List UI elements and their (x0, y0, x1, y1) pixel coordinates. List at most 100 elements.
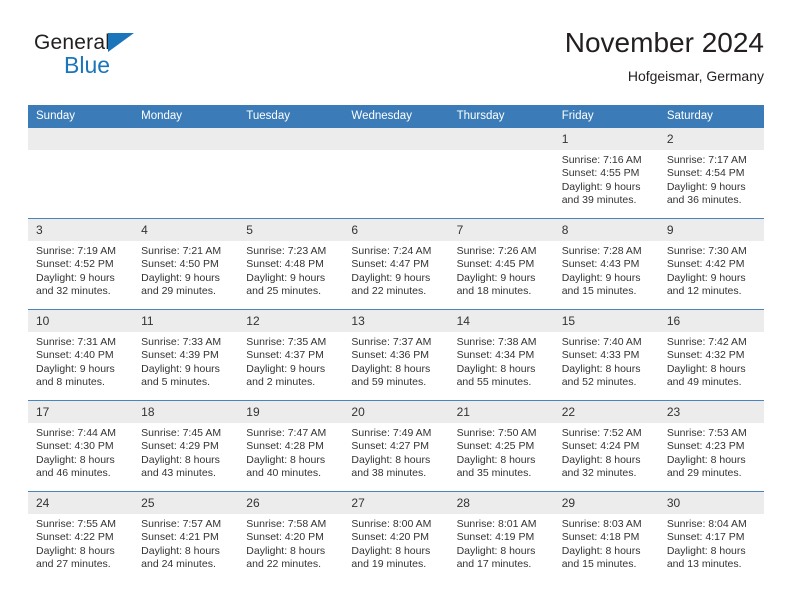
day-number: 30 (658, 492, 764, 514)
calendar-day-cell[interactable]: 1 Sunrise: 7:16 AM Sunset: 4:55 PM Daylight… (553, 128, 659, 219)
logo-text-general: General (34, 31, 111, 54)
day-number: 29 (553, 492, 659, 514)
daylight-text: Daylight: 8 hours and 29 minutes. (666, 453, 746, 480)
daylight-text: Daylight: 8 hours and 32 minutes. (561, 453, 641, 480)
day-sun-info: Sunrise: 7:28 AM Sunset: 4:43 PM Daylight:… (554, 241, 659, 299)
sunrise-text: Sunrise: 7:50 AM (456, 427, 537, 439)
day-number: 1 (553, 128, 659, 150)
calendar-day-cell[interactable]: 20 Sunrise: 7:49 AM Sunset: 4:27 PM Dayligh… (343, 400, 449, 492)
sunset-text: Sunset: 4:23 PM (666, 440, 745, 453)
sunrise-text: Sunrise: 7:57 AM (141, 518, 222, 530)
day-sun-info: Sunrise: 7:55 AM Sunset: 4:22 PM Daylight:… (28, 514, 133, 572)
daylight-text: Daylight: 9 hours and 2 minutes. (246, 362, 326, 389)
calendar-day-cell[interactable]: 10 Sunrise: 7:31 AM Sunset: 4:40 PM Dayligh… (28, 309, 134, 401)
calendar-day-cell[interactable]: 23 Sunrise: 7:53 AM Sunset: 4:23 PM Dayligh… (658, 400, 764, 492)
sunrise-text: Sunrise: 8:01 AM (456, 518, 537, 530)
day-number: 19 (238, 401, 344, 423)
day-sun-info: Sunrise: 7:30 AM Sunset: 4:42 PM Daylight:… (659, 241, 764, 299)
sunset-text: Sunset: 4:25 PM (456, 440, 535, 453)
day-number: 24 (28, 492, 134, 514)
sunrise-text: Sunrise: 8:00 AM (351, 518, 432, 530)
calendar-day-cell[interactable]: 2 Sunrise: 7:17 AM Sunset: 4:54 PM Daylight… (658, 128, 764, 219)
calendar-day-cell[interactable]: 30 Sunrise: 8:04 AM Sunset: 4:17 PM Dayligh… (658, 491, 764, 582)
day-sun-info: Sunrise: 7:52 AM Sunset: 4:24 PM Daylight:… (554, 423, 659, 481)
general-blue-logo[interactable]: General Blue (34, 32, 154, 86)
calendar-day-cell[interactable]: 11 Sunrise: 7:33 AM Sunset: 4:39 PM Dayligh… (133, 309, 239, 401)
daylight-text: Daylight: 8 hours and 52 minutes. (561, 362, 641, 389)
day-sun-info: Sunrise: 7:45 AM Sunset: 4:29 PM Daylight:… (133, 423, 238, 481)
calendar-day-cell[interactable]: 9 Sunrise: 7:30 AM Sunset: 4:42 PM Daylight… (658, 218, 764, 310)
calendar-day-cell[interactable]: 13 Sunrise: 7:37 AM Sunset: 4:36 PM Dayligh… (343, 309, 449, 401)
daylight-text: Daylight: 8 hours and 49 minutes. (666, 362, 746, 389)
calendar-day-cell[interactable]: 17 Sunrise: 7:44 AM Sunset: 4:30 PM Dayligh… (28, 400, 134, 492)
sunrise-text: Sunrise: 7:47 AM (246, 427, 327, 439)
calendar-day-cell[interactable]: 18 Sunrise: 7:45 AM Sunset: 4:29 PM Dayligh… (133, 400, 239, 492)
day-number: 14 (448, 310, 554, 332)
sunset-text: Sunset: 4:28 PM (246, 440, 324, 453)
calendar-day-cell[interactable]: 22 Sunrise: 7:52 AM Sunset: 4:24 PM Dayligh… (553, 400, 659, 492)
sunrise-text: Sunrise: 7:42 AM (666, 336, 747, 348)
sunset-text: Sunset: 4:45 PM (456, 258, 535, 271)
day-number: 25 (133, 492, 239, 514)
sunrise-text: Sunrise: 7:26 AM (456, 245, 537, 257)
logo-triangle-icon (108, 33, 134, 52)
calendar-day-cell[interactable]: 26 Sunrise: 7:58 AM Sunset: 4:20 PM Dayligh… (238, 491, 344, 582)
sunrise-text: Sunrise: 8:04 AM (666, 518, 747, 530)
day-sun-info: Sunrise: 7:38 AM Sunset: 4:34 PM Daylight:… (449, 332, 554, 390)
calendar-day-cell[interactable]: 5 Sunrise: 7:23 AM Sunset: 4:48 PM Daylight… (238, 218, 344, 310)
sunset-text: Sunset: 4:29 PM (141, 440, 219, 453)
day-number: 12 (238, 310, 344, 332)
calendar-day-cell[interactable]: 3 Sunrise: 7:19 AM Sunset: 4:52 PM Daylight… (28, 218, 134, 310)
day-number: 3 (28, 219, 134, 241)
calendar-page: General Blue November 2024 Hofgeismar, G… (0, 0, 792, 612)
weekday-header-friday: Friday (553, 105, 659, 128)
day-number (448, 128, 554, 150)
day-sun-info: Sunrise: 7:49 AM Sunset: 4:27 PM Daylight:… (343, 423, 448, 481)
day-sun-info: Sunrise: 7:42 AM Sunset: 4:32 PM Daylight:… (659, 332, 764, 390)
daylight-text: Daylight: 9 hours and 29 minutes. (141, 271, 220, 298)
day-sun-info: Sunrise: 8:03 AM Sunset: 4:18 PM Daylight:… (554, 514, 659, 572)
calendar-day-cell[interactable]: 12 Sunrise: 7:35 AM Sunset: 4:37 PM Dayligh… (238, 309, 344, 401)
day-sun-info: Sunrise: 7:37 AM Sunset: 4:36 PM Daylight:… (343, 332, 448, 390)
sunset-text: Sunset: 4:42 PM (666, 258, 745, 271)
day-number (343, 128, 449, 150)
daylight-text: Daylight: 8 hours and 35 minutes. (456, 453, 536, 480)
calendar-day-cell[interactable]: 16 Sunrise: 7:42 AM Sunset: 4:32 PM Dayligh… (658, 309, 764, 401)
calendar-week-row: 10 Sunrise: 7:31 AM Sunset: 4:40 PM Dayligh… (28, 309, 764, 401)
daylight-text: Daylight: 8 hours and 59 minutes. (351, 362, 431, 389)
calendar-day-cell[interactable]: 15 Sunrise: 7:40 AM Sunset: 4:33 PM Dayligh… (553, 309, 659, 401)
sunrise-text: Sunrise: 7:52 AM (561, 427, 642, 439)
calendar-day-cell[interactable]: 14 Sunrise: 7:38 AM Sunset: 4:34 PM Dayligh… (448, 309, 554, 401)
sunset-text: Sunset: 4:34 PM (456, 349, 535, 362)
calendar-day-cell[interactable]: 6 Sunrise: 7:24 AM Sunset: 4:47 PM Daylight… (343, 218, 449, 310)
calendar-week-row: 1 Sunrise: 7:16 AM Sunset: 4:55 PM Daylight… (28, 128, 764, 219)
sunrise-text: Sunrise: 7:55 AM (36, 518, 116, 530)
calendar-day-cell[interactable]: 7 Sunrise: 7:26 AM Sunset: 4:45 PM Daylight… (448, 218, 554, 310)
day-sun-info: Sunrise: 7:17 AM Sunset: 4:54 PM Daylight:… (659, 150, 764, 208)
sunrise-text: Sunrise: 7:49 AM (351, 427, 432, 439)
weekday-header-thursday: Thursday (448, 105, 554, 128)
calendar-day-cell[interactable]: 24 Sunrise: 7:55 AM Sunset: 4:22 PM Dayligh… (28, 491, 134, 582)
day-number: 26 (238, 492, 344, 514)
day-sun-info: Sunrise: 7:57 AM Sunset: 4:21 PM Daylight:… (133, 514, 238, 572)
sunset-text: Sunset: 4:47 PM (351, 258, 430, 271)
calendar-day-cell[interactable]: 29 Sunrise: 8:03 AM Sunset: 4:18 PM Dayligh… (553, 491, 659, 582)
sunset-text: Sunset: 4:55 PM (561, 167, 640, 180)
calendar-day-cell[interactable]: 27 Sunrise: 8:00 AM Sunset: 4:20 PM Dayligh… (343, 491, 449, 582)
daylight-text: Daylight: 8 hours and 55 minutes. (456, 362, 536, 389)
sunrise-sunset-calendar: Sunday Monday Tuesday Wednesday Thursday Frid… (28, 105, 764, 582)
daylight-text: Daylight: 9 hours and 36 minutes. (666, 180, 746, 207)
calendar-day-cell[interactable]: 21 Sunrise: 7:50 AM Sunset: 4:25 PM Dayligh… (448, 400, 554, 492)
weekday-header-sunday: Sunday (28, 105, 134, 128)
day-number: 13 (343, 310, 449, 332)
calendar-day-cell[interactable]: 4 Sunrise: 7:21 AM Sunset: 4:50 PM Daylight… (133, 218, 239, 310)
day-sun-info: Sunrise: 7:58 AM Sunset: 4:20 PM Daylight:… (238, 514, 343, 572)
daylight-text: Daylight: 8 hours and 40 minutes. (246, 453, 326, 480)
calendar-day-cell[interactable]: 19 Sunrise: 7:47 AM Sunset: 4:28 PM Dayligh… (238, 400, 344, 492)
calendar-day-cell[interactable]: 8 Sunrise: 7:28 AM Sunset: 4:43 PM Daylight… (553, 218, 659, 310)
day-sun-info: Sunrise: 7:16 AM Sunset: 4:55 PM Daylight:… (554, 150, 659, 208)
calendar-day-cell[interactable]: 25 Sunrise: 7:57 AM Sunset: 4:21 PM Dayligh… (133, 491, 239, 582)
calendar-day-cell[interactable]: 28 Sunrise: 8:01 AM Sunset: 4:19 PM Dayligh… (448, 491, 554, 582)
daylight-text: Daylight: 9 hours and 12 minutes. (666, 271, 746, 298)
day-number: 9 (658, 219, 764, 241)
